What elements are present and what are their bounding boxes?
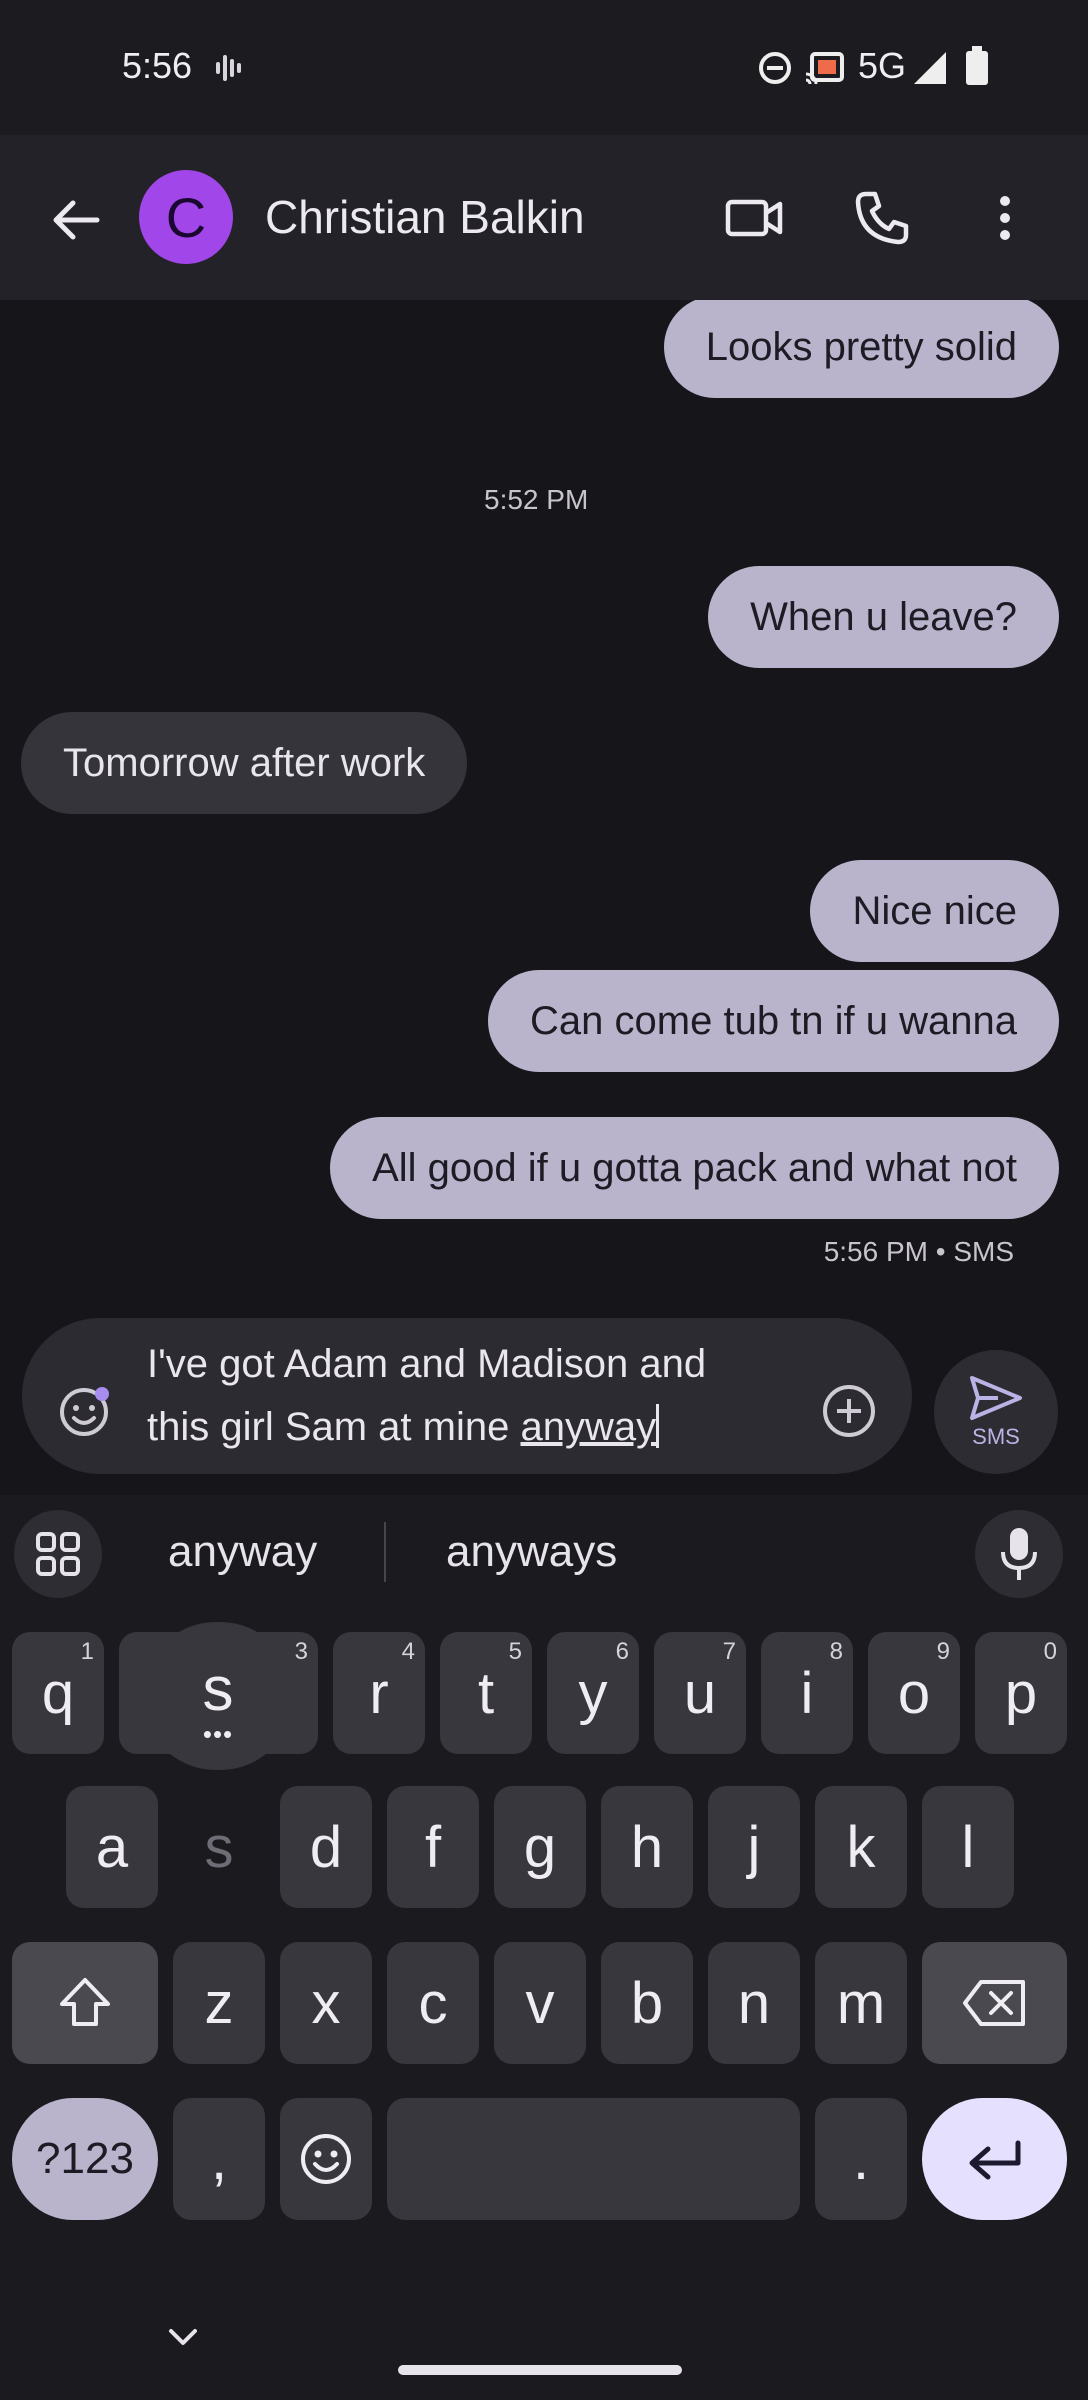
suggestion-2[interactable]: anyways [446, 1527, 617, 1577]
message-bubble-outgoing[interactable]: Can come tub tn if u wanna [488, 970, 1059, 1072]
shift-key[interactable] [12, 1942, 158, 2064]
timestamp: 5:52 PM [484, 484, 589, 515]
key-label: t [477, 1660, 495, 1726]
key-c[interactable]: c [387, 1942, 479, 2064]
space-key[interactable] [387, 2098, 800, 2220]
message-input-line2: this girl Sam at mine anyway [147, 1396, 787, 1459]
key-j[interactable]: j [708, 1786, 800, 1908]
do-not-disturb-icon [759, 52, 791, 84]
message-bubble-incoming[interactable]: Tomorrow after work [21, 712, 468, 814]
key-hint: 1 [80, 1638, 94, 1665]
video-call-icon[interactable] [724, 188, 784, 248]
key-v[interactable]: v [494, 1942, 586, 2064]
key-g[interactable]: g [494, 1786, 586, 1908]
key-label: u [683, 1660, 717, 1726]
contact-name[interactable]: Christian Balkin [265, 190, 585, 244]
key-hint: 9 [936, 1638, 950, 1665]
key-r[interactable]: r4 [333, 1632, 425, 1754]
key-l[interactable]: l [922, 1786, 1014, 1908]
network-type: 5G [858, 45, 907, 86]
key-label: q [41, 1660, 75, 1726]
message-bubble-outgoing[interactable]: Nice nice [810, 860, 1059, 962]
key-p[interactable]: p0 [975, 1632, 1067, 1754]
shift-arrow-icon [60, 1978, 110, 2026]
hide-keyboard-chevron-icon[interactable] [163, 2322, 203, 2352]
key-x[interactable]: x [280, 1942, 372, 2064]
key-hint: 3 [294, 1638, 308, 1665]
key-hint: 6 [615, 1638, 629, 1665]
suggestion-1[interactable]: anyway [168, 1527, 317, 1577]
key-f[interactable]: f [387, 1786, 479, 1908]
enter-key[interactable] [922, 2098, 1067, 2220]
key-k[interactable]: k [815, 1786, 907, 1908]
key-hint: 8 [829, 1638, 843, 1665]
apps-grid-icon [36, 1532, 80, 1576]
signal-icon [914, 52, 946, 84]
key-z[interactable]: z [173, 1942, 265, 2064]
key-hint: 7 [722, 1638, 736, 1665]
message-bubble-outgoing[interactable]: Looks pretty solid [663, 300, 1059, 398]
battery-icon [966, 46, 988, 85]
key-u[interactable]: u7 [654, 1632, 746, 1754]
voice-input-button[interactable] [975, 1510, 1063, 1598]
message-input-text-prefix: this girl Sam at mine [147, 1405, 521, 1449]
key-i[interactable]: i8 [761, 1632, 853, 1754]
avatar[interactable]: C [139, 170, 233, 264]
keyboard-menu-button[interactable] [14, 1510, 102, 1598]
message-bubble-outgoing[interactable]: When u leave? [708, 566, 1059, 668]
text-cursor [656, 1404, 660, 1448]
key-m[interactable]: m [815, 1942, 907, 2064]
key-label: p [1004, 1660, 1038, 1726]
key-y[interactable]: y6 [547, 1632, 639, 1754]
emoji-key[interactable] [280, 2098, 372, 2220]
symbols-key[interactable]: ?123 [12, 2098, 158, 2220]
home-gesture-handle[interactable] [398, 2365, 682, 2375]
emoji-icon [301, 2134, 351, 2184]
enter-arrow-icon [969, 2140, 1020, 2180]
key-d[interactable]: d [280, 1786, 372, 1908]
key-q[interactable]: q1 [12, 1632, 104, 1754]
send-label: SMS [972, 1424, 1020, 1449]
composing-word: anyway [520, 1405, 657, 1449]
key-n[interactable]: n [708, 1942, 800, 2064]
key-t[interactable]: t5 [440, 1632, 532, 1754]
key-hint: 4 [401, 1638, 415, 1665]
message-input-line1: I've got Adam and Madison and [147, 1342, 707, 1386]
popup-letter: s [202, 1654, 234, 1724]
key-label: y [578, 1660, 608, 1726]
key-label: o [897, 1660, 931, 1726]
popup-more-indicator: ••• [202, 1718, 234, 1749]
key-label: r [369, 1660, 389, 1726]
key-label: i [800, 1660, 814, 1726]
message-thread[interactable]: Looks pretty solid 5:52 PM When u leave?… [0, 300, 1088, 1305]
key-hint: 0 [1043, 1638, 1057, 1665]
period-key[interactable]: . [815, 2098, 907, 2220]
delivery-status: 5:56 PM • SMS [823, 1236, 1014, 1267]
key-b[interactable]: b [601, 1942, 693, 2064]
message-input-text[interactable]: I've got Adam and Madison and this girl … [147, 1333, 787, 1459]
microphone-icon [1001, 1528, 1037, 1580]
send-icon [970, 1376, 1022, 1420]
more-options-icon[interactable] [990, 188, 1020, 248]
voice-activity-icon [216, 55, 241, 81]
backspace-icon [962, 1980, 1025, 2026]
key-s[interactable]: s [173, 1786, 265, 1908]
phone-call-icon[interactable] [852, 188, 912, 248]
emoji-sticker-icon[interactable] [56, 1382, 114, 1440]
send-sms-button[interactable]: SMS [934, 1350, 1058, 1474]
status-time: 5:56 [122, 45, 193, 86]
back-arrow-icon[interactable] [45, 190, 105, 250]
add-attachment-icon[interactable] [820, 1382, 878, 1440]
key-a[interactable]: a [66, 1786, 158, 1908]
key-h[interactable]: h [601, 1786, 693, 1908]
key-o[interactable]: o9 [868, 1632, 960, 1754]
key-hint: 5 [508, 1638, 522, 1665]
message-bubble-outgoing[interactable]: All good if u gotta pack and what not [330, 1117, 1059, 1219]
key-press-popup: s ••• [142, 1622, 294, 1770]
suggestion-divider [384, 1522, 386, 1582]
backspace-key[interactable] [922, 1942, 1067, 2064]
comma-key[interactable]: , [173, 2098, 265, 2220]
cast-icon [805, 52, 844, 85]
